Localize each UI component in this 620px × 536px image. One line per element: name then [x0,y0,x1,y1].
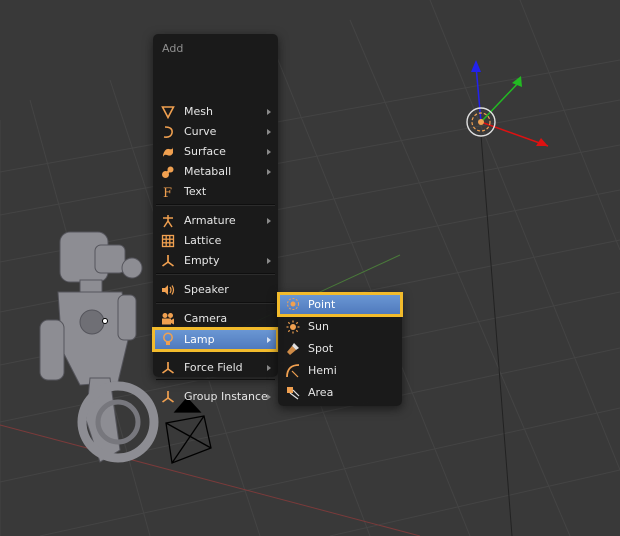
area-lamp-icon [286,386,300,400]
menu-title: Add [162,42,184,55]
metaball-icon [161,165,175,179]
camera-object[interactable] [165,397,212,464]
hemi-lamp-icon [286,364,300,378]
text-icon: F [161,185,175,199]
force-field-icon [161,361,175,375]
camera-icon [161,312,175,326]
menu-item-text[interactable]: F Text [153,182,278,202]
submenu-arrow-icon [267,394,271,400]
submenu-arrow-icon [267,365,271,371]
sun-lamp-icon [286,320,300,334]
3d-viewport[interactable] [0,0,620,536]
speaker-icon [161,283,175,297]
empty-icon [161,254,175,268]
menu-item-armature[interactable]: Armature [153,211,278,231]
lamp-icon [161,332,175,346]
lattice-icon [161,234,175,248]
lamp-object[interactable] [466,60,549,147]
menu-separator [156,379,275,381]
submenu-item-point[interactable]: Point [277,292,403,317]
menu-item-curve[interactable]: Curve [153,122,278,142]
submenu-item-sun[interactable]: Sun [278,317,402,337]
menu-item-force-field[interactable]: Force Field [153,358,278,378]
surface-icon [161,145,175,159]
group-instance-icon [161,390,175,404]
menu-item-lamp[interactable]: Lamp [152,327,279,352]
menu-separator [156,204,275,206]
menu-item-speaker[interactable]: Speaker [153,280,278,300]
menu-separator [156,273,275,275]
submenu-arrow-icon [267,109,271,115]
submenu-item-hemi[interactable]: Hemi [278,361,402,381]
menu-item-metaball[interactable]: Metaball [153,162,278,182]
svg-text:F: F [163,186,172,199]
menu-item-surface[interactable]: Surface [153,142,278,162]
mesh-icon [161,105,175,119]
submenu-item-spot[interactable]: Spot [278,339,402,359]
mouse-cursor [102,318,108,324]
submenu-arrow-icon [267,218,271,224]
submenu-arrow-icon [267,258,271,264]
lamp-guide-line [480,134,513,536]
menu-item-camera[interactable]: Camera [153,309,278,329]
menu-item-lattice[interactable]: Lattice [153,231,278,251]
submenu-arrow-icon [267,129,271,135]
menu-item-empty[interactable]: Empty [153,251,278,271]
curve-icon [161,125,175,139]
point-lamp-icon [286,297,300,311]
menu-item-mesh[interactable]: Mesh [153,102,278,122]
add-menu: Add Mesh Curve Surface Metaball F Text A… [152,34,279,403]
robot-mesh[interactable] [39,231,159,463]
armature-icon [161,214,175,228]
menu-item-group-instance[interactable]: Group Instance [153,387,278,407]
menu-separator [156,302,275,304]
submenu-arrow-icon [267,169,271,175]
submenu-arrow-icon [267,149,271,155]
spot-lamp-icon [286,342,300,356]
lamp-submenu: Point Sun Spot Hemi Area [277,292,403,406]
submenu-item-area[interactable]: Area [278,383,402,403]
submenu-arrow-icon [267,337,271,343]
